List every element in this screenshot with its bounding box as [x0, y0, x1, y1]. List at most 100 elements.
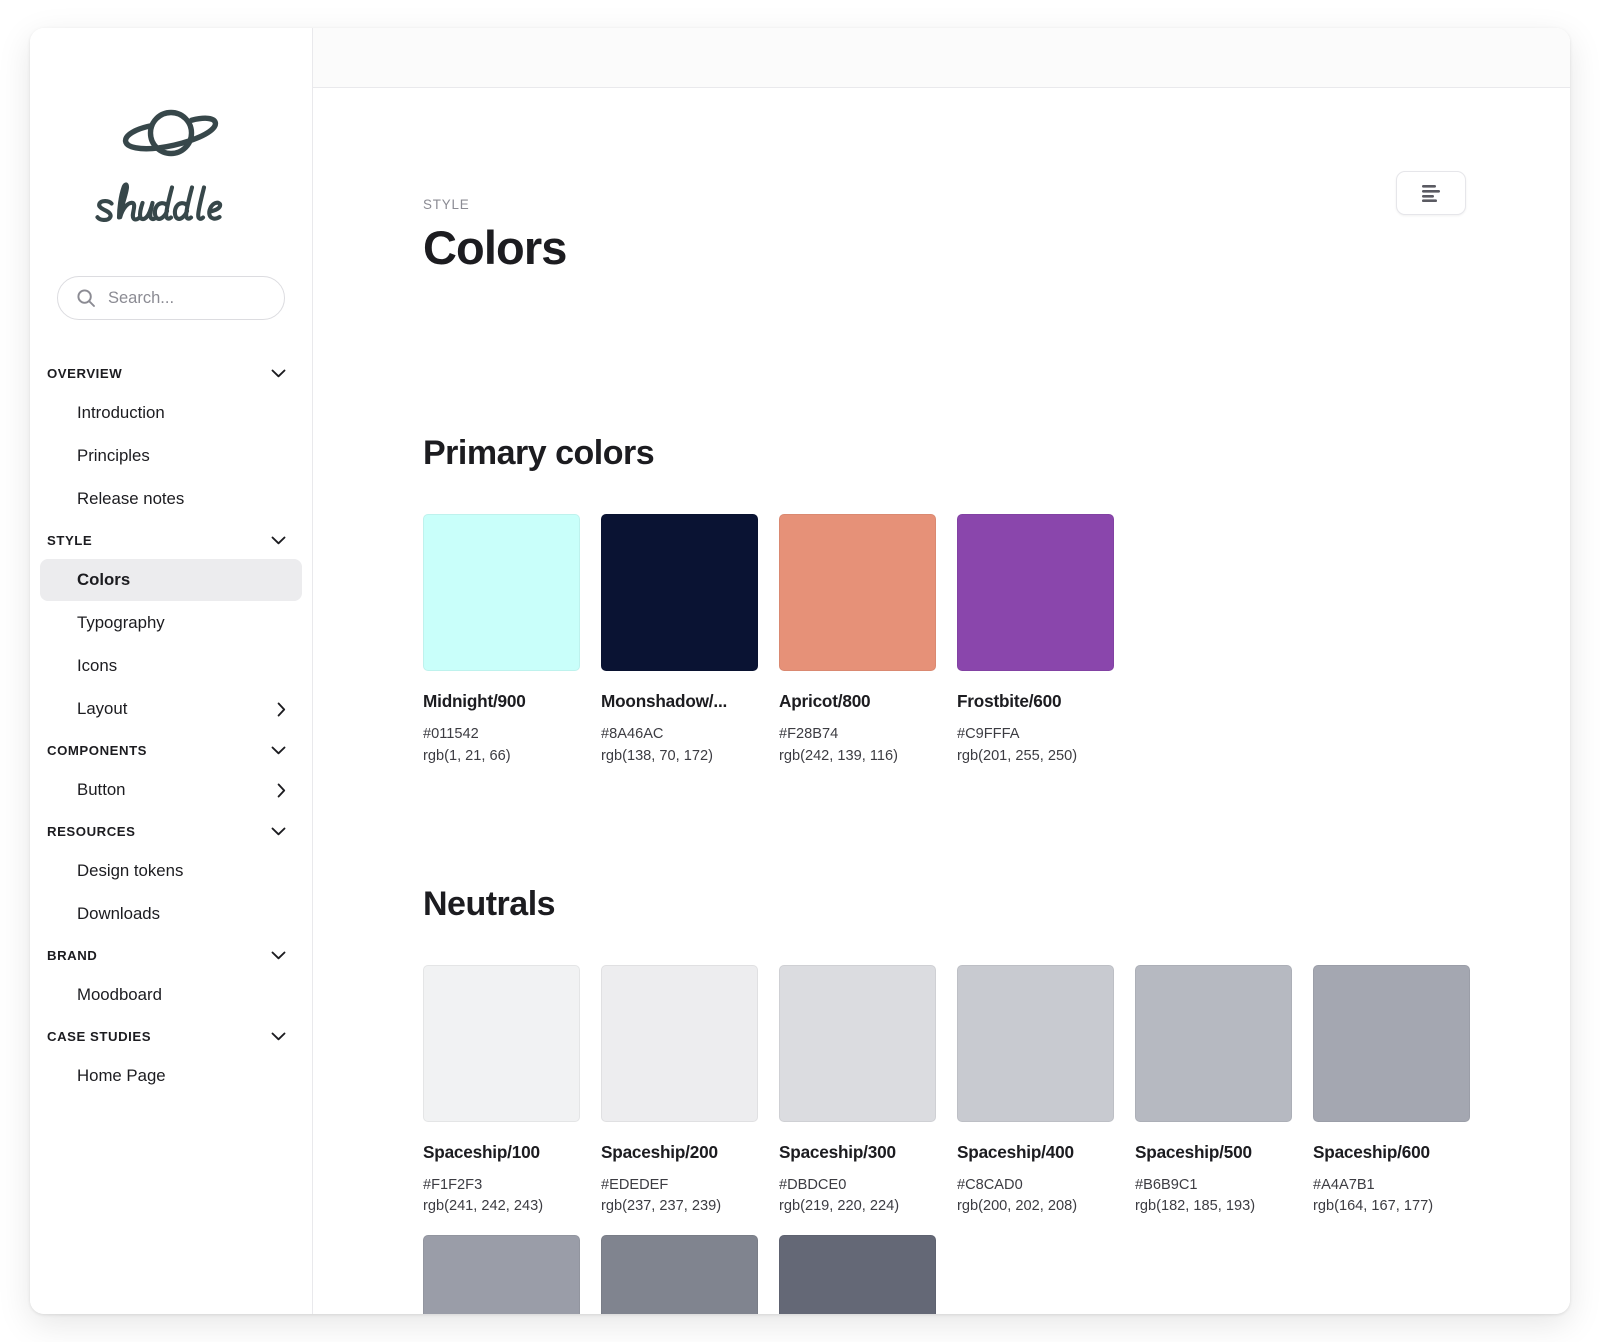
- color-swatch-chip[interactable]: [423, 964, 580, 1122]
- sidebar-item-label: Icons: [77, 655, 118, 675]
- section-title: Primary colors: [423, 434, 655, 473]
- sidebar-item-button[interactable]: Button: [40, 769, 302, 811]
- color-swatch-card[interactable]: Frostbite/600 #C9FFFA rgb(201, 255, 250): [957, 514, 1114, 766]
- sidebar-item-moodboard[interactable]: Moodboard: [40, 974, 302, 1016]
- color-swatch-card[interactable]: Spaceship/600 #A4A7B1 rgb(164, 167, 177): [1313, 964, 1470, 1217]
- color-swatch-chip[interactable]: [779, 964, 936, 1122]
- color-swatch-hex: #C8CAD0: [957, 1176, 1023, 1193]
- sidebar-item-home-page[interactable]: Home Page: [40, 1055, 302, 1097]
- chevron-down-icon: [271, 827, 286, 835]
- color-swatch-hex: #DBDCE0: [779, 1176, 847, 1193]
- color-swatch-chip[interactable]: [423, 514, 580, 672]
- sidebar-section-label: Brand: [47, 947, 98, 963]
- toc-toggle-button[interactable]: [1396, 171, 1466, 215]
- color-swatch-card[interactable]: Spaceship/800: [601, 1234, 758, 1314]
- chevron-down-icon: [271, 1032, 286, 1040]
- chevron-down-icon: [271, 951, 286, 959]
- page-header: STYLE Colors: [313, 88, 1570, 272]
- color-swatch-card[interactable]: Midnight/900 #011542 rgb(1, 21, 66): [423, 514, 580, 766]
- sidebar-item-principles[interactable]: Principles: [40, 435, 302, 477]
- color-swatch-rgb: rgb(138, 70, 172): [601, 747, 713, 764]
- chevron-right-icon: [277, 783, 286, 797]
- chevron-down-icon: [271, 369, 286, 377]
- sidebar-item-label: Layout: [77, 698, 128, 718]
- color-swatch-chip[interactable]: [779, 1234, 936, 1314]
- color-swatch-chip[interactable]: [601, 964, 758, 1122]
- color-swatch-chip[interactable]: [779, 514, 936, 672]
- color-swatch-card[interactable]: Spaceship/700: [423, 1234, 580, 1314]
- sidebar-item-label: Home Page: [77, 1065, 166, 1085]
- top-bar: [313, 28, 1570, 88]
- sidebar-item-layout[interactable]: Layout: [40, 688, 302, 730]
- sidebar-item-colors[interactable]: Colors: [40, 559, 302, 601]
- color-swatch-chip[interactable]: [423, 1234, 580, 1314]
- sidebar-item-icons[interactable]: Icons: [40, 645, 302, 687]
- search-input[interactable]: [108, 288, 266, 308]
- chevron-right-icon: [277, 702, 286, 716]
- color-swatch-hex: #8A46AC: [601, 726, 664, 743]
- sidebar-section-case-studies[interactable]: Case studies: [40, 1017, 302, 1055]
- color-swatch-chip[interactable]: [601, 514, 758, 672]
- sidebar-item-label: Introduction: [77, 402, 165, 422]
- sidebar-item-label: Colors: [77, 569, 131, 589]
- sidebar-section-label: Case studies: [47, 1028, 152, 1044]
- sidebar-nav: Overview Introduction Principles Release no…: [30, 320, 312, 1097]
- section-title: Neutrals: [423, 884, 556, 923]
- color-swatch-chip[interactable]: [957, 964, 1114, 1122]
- color-swatch-hex: #EDEDEF: [601, 1176, 669, 1193]
- sidebar-item-release-notes[interactable]: Release notes: [40, 478, 302, 520]
- sidebar-item-label: Principles: [77, 445, 150, 465]
- color-swatch-hex: #F28B74: [779, 726, 839, 743]
- sidebar-section-style[interactable]: Style: [40, 521, 302, 559]
- color-swatch-rgb: rgb(201, 255, 250): [957, 747, 1078, 764]
- chevron-down-icon: [271, 746, 286, 754]
- color-swatch-chip[interactable]: [1135, 964, 1292, 1122]
- sidebar-section-label: Components: [47, 742, 148, 758]
- color-swatch-rgb: rgb(200, 202, 208): [957, 1197, 1078, 1214]
- color-swatch-name: Spaceship/100: [423, 1141, 540, 1162]
- brand-logo[interactable]: [30, 28, 312, 230]
- color-swatch-name: Midnight/900: [423, 691, 526, 712]
- color-swatch-chip[interactable]: [601, 1234, 758, 1314]
- sidebar-item-label: Button: [77, 779, 126, 799]
- sidebar-item-design-tokens[interactable]: Design tokens: [40, 850, 302, 892]
- sidebar-item-downloads[interactable]: Downloads: [40, 893, 302, 935]
- sidebar-section-overview[interactable]: Overview: [40, 354, 302, 392]
- page-title: Colors: [423, 221, 567, 274]
- color-swatch-card[interactable]: Spaceship/300 #DBDCE0 rgb(219, 220, 224): [779, 964, 936, 1217]
- sidebar-section-brand[interactable]: Brand: [40, 936, 302, 974]
- sidebar-item-typography[interactable]: Typography: [40, 602, 302, 644]
- color-swatch-name: Spaceship/200: [601, 1141, 718, 1162]
- color-swatch-hex: #C9FFFA: [957, 726, 1020, 743]
- sidebar-item-label: Downloads: [77, 903, 161, 923]
- sidebar-section-resources[interactable]: Resources: [40, 812, 302, 850]
- sidebar-section-label: Resources: [47, 823, 136, 839]
- search-box[interactable]: [57, 276, 285, 320]
- color-swatch-card[interactable]: Spaceship/400 #C8CAD0 rgb(200, 202, 208): [957, 964, 1114, 1217]
- sidebar-item-introduction[interactable]: Introduction: [40, 392, 302, 434]
- color-swatch-hex: #A4A7B1: [1313, 1176, 1375, 1193]
- color-swatch-name: Spaceship/300: [779, 1141, 896, 1162]
- color-swatch-rgb: rgb(219, 220, 224): [779, 1197, 900, 1214]
- color-swatch-card[interactable]: Apricot/800 #F28B74 rgb(242, 139, 116): [779, 514, 936, 766]
- color-swatch-name: Spaceship/600: [1313, 1141, 1430, 1162]
- saturn-planet-icon: [122, 109, 219, 157]
- color-swatch-chip[interactable]: [1313, 964, 1470, 1122]
- color-swatch-card[interactable]: Moonshadow/... #8A46AC rgb(138, 70, 172): [601, 514, 758, 766]
- color-swatch-rgb: rgb(237, 237, 239): [601, 1197, 722, 1214]
- color-swatch-card[interactable]: Spaceship/900: [779, 1234, 936, 1314]
- content-scroll-area: STYLE Colors Primary colors Midnight/900…: [313, 88, 1570, 1314]
- chevron-down-icon: [271, 536, 286, 544]
- color-swatch-hex: #F1F2F3: [423, 1176, 483, 1193]
- color-swatch-rgb: rgb(182, 185, 193): [1135, 1197, 1256, 1214]
- color-swatch-rgb: rgb(1, 21, 66): [423, 747, 511, 764]
- section-neutrals: Neutrals Spaceship/100 #F1F2F3 rgb(241, 24…: [313, 885, 1570, 1314]
- sidebar-item-label: Release notes: [77, 488, 185, 508]
- color-swatch-chip[interactable]: [957, 514, 1114, 672]
- color-swatch-card[interactable]: Spaceship/200 #EDEDEF rgb(237, 237, 239): [601, 964, 758, 1217]
- color-swatch-card[interactable]: Spaceship/100 #F1F2F3 rgb(241, 242, 243): [423, 964, 580, 1217]
- sidebar-section-label: Style: [47, 532, 93, 548]
- color-swatch-name: Spaceship/400: [957, 1141, 1074, 1162]
- sidebar-section-components[interactable]: Components: [40, 731, 302, 769]
- color-swatch-card[interactable]: Spaceship/500 #B6B9C1 rgb(182, 185, 193): [1135, 964, 1292, 1217]
